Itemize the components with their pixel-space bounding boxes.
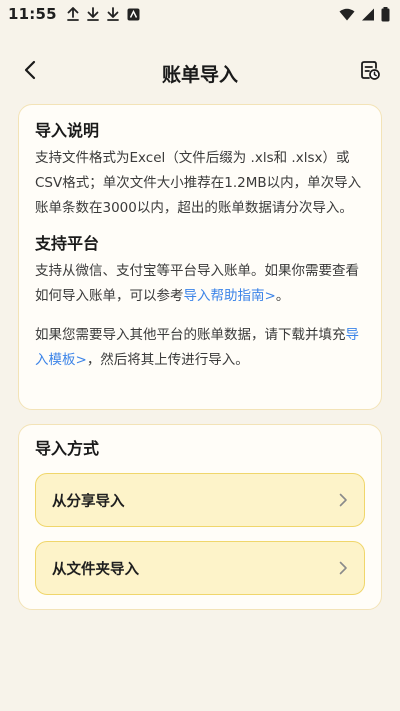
import-methods-card: 导入方式 从分享导入 从文件夹导入 — [18, 424, 382, 610]
template-instructions-text-end: ，然后将其上传进行导入。 — [86, 352, 249, 368]
status-left: 11:55 — [8, 5, 140, 23]
supported-platforms-title: 支持平台 — [35, 234, 100, 253]
import-instructions-text: 支持文件格式为Excel（文件后缀为 .xls和 .xlsx）或CSV格式；单次… — [35, 150, 362, 216]
import-help-guide-link[interactable]: 导入帮助指南> — [184, 288, 276, 304]
notification-icons — [66, 7, 140, 21]
template-instructions-text-main: 如果您需要导入其他平台的账单数据，请下载并填充 — [35, 327, 346, 343]
import-from-share-button[interactable]: 从分享导入 — [35, 473, 365, 527]
signal-icon — [361, 8, 375, 21]
import-info-card: 导入说明 支持文件格式为Excel（文件后缀为 .xls和 .xlsx）或CSV… — [18, 104, 382, 410]
download-icon — [86, 7, 99, 21]
download-icon — [106, 7, 119, 21]
import-from-folder-label: 从文件夹导入 — [52, 561, 139, 578]
app-header: 账单导入 — [0, 48, 400, 96]
chevron-right-icon — [336, 561, 350, 575]
import-from-share-label: 从分享导入 — [52, 493, 125, 510]
app-notification-icon — [127, 8, 140, 21]
upload-icon — [66, 7, 79, 21]
template-instructions-text: 如果您需要导入其他平台的账单数据，请下载并填充导入模板>，然后将其上传进行导入。 — [35, 323, 365, 373]
status-right — [339, 6, 390, 22]
import-instructions-title: 导入说明 — [35, 121, 100, 140]
wifi-icon — [339, 8, 355, 21]
supported-platforms-text: 支持从微信、支付宝等平台导入账单。如果你需要查看如何导入账单，可以参考导入帮助指… — [35, 259, 365, 309]
import-records-button[interactable] — [356, 58, 384, 86]
import-methods-title: 导入方式 — [35, 439, 100, 458]
import-from-folder-button[interactable]: 从文件夹导入 — [35, 541, 365, 595]
page-title: 账单导入 — [161, 64, 238, 86]
import-records-icon — [359, 59, 381, 85]
supported-platforms-text-end: 。 — [275, 288, 290, 304]
status-time: 11:55 — [8, 5, 57, 23]
status-bar: 11:55 — [0, 0, 400, 28]
chevron-right-icon — [336, 493, 350, 507]
battery-icon — [381, 6, 390, 22]
